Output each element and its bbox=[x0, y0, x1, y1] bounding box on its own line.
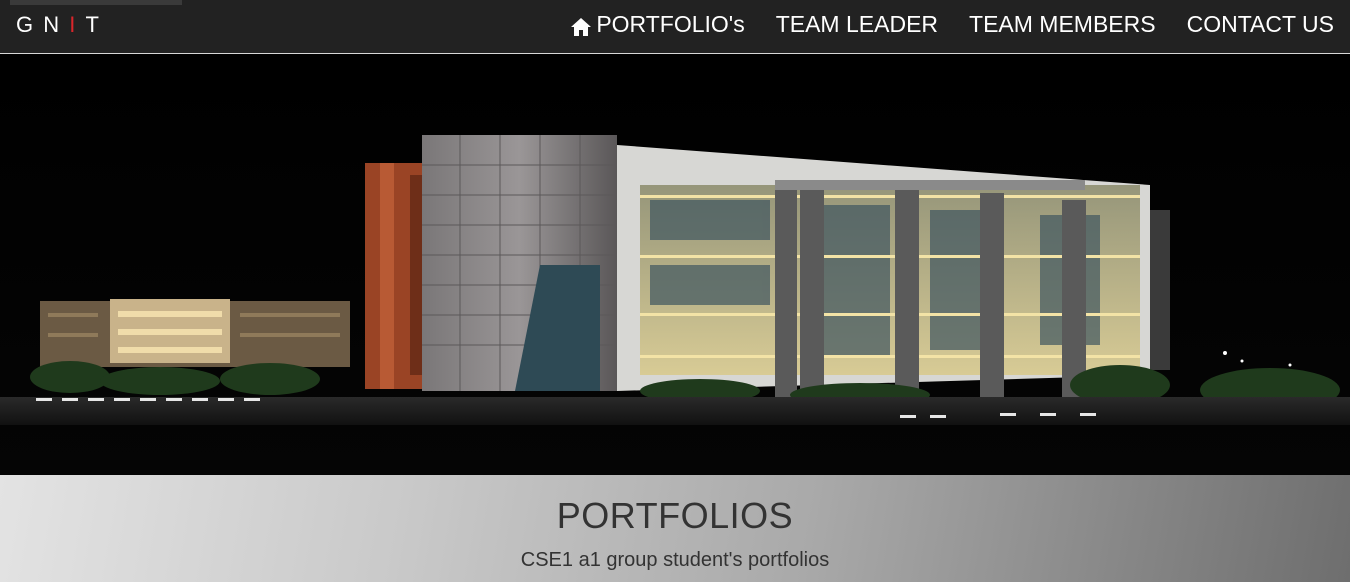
brand-letter-accent: I bbox=[69, 12, 78, 37]
nav-item-contact-us[interactable]: CONTACT US bbox=[1187, 11, 1334, 38]
nav-item-label: CONTACT US bbox=[1186, 11, 1334, 37]
nav-item-label: PORTFOLIO's bbox=[596, 11, 745, 37]
home-icon bbox=[571, 17, 592, 36]
navbar-tab-strip bbox=[10, 0, 182, 5]
nav-item-team-leader[interactable]: TEAM LEADER bbox=[776, 11, 938, 38]
nav-item-portfolios[interactable]: PORTFOLIO's bbox=[570, 11, 745, 38]
building-night-illustration bbox=[0, 55, 1350, 475]
nav-item-team-members[interactable]: TEAM MEMBERS bbox=[969, 11, 1156, 38]
nav-menu: PORTFOLIO's TEAM LEADER TEAM MEMBERS CON… bbox=[570, 11, 1334, 38]
page-title: PORTFOLIOS bbox=[556, 495, 794, 536]
nav-item-label: TEAM LEADER bbox=[775, 11, 939, 37]
brand-letter: N bbox=[43, 12, 62, 37]
portfolios-banner: PORTFOLIOS CSE1 a1 group student's portf… bbox=[0, 475, 1350, 582]
brand-letter: T bbox=[85, 12, 101, 37]
hero-image bbox=[0, 55, 1350, 475]
top-navbar: G N I T PORTFOLIO's TEAM LEADER TEAM MEM… bbox=[0, 0, 1350, 54]
nav-item-label: TEAM MEMBERS bbox=[969, 11, 1156, 37]
brand-logo[interactable]: G N I T bbox=[16, 12, 101, 38]
brand-letter: G bbox=[16, 12, 36, 37]
page-subtitle: CSE1 a1 group student's portfolios bbox=[520, 549, 830, 571]
